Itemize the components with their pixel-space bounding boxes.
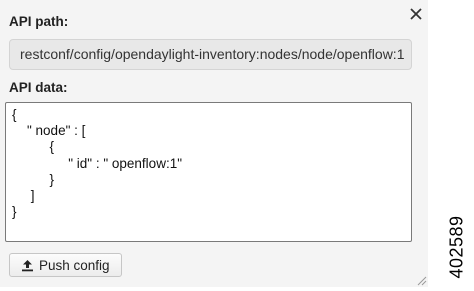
- figure-id-label: 402589: [443, 212, 471, 282]
- api-data-label: API data:: [9, 80, 68, 95]
- resize-handle-icon[interactable]: [415, 273, 427, 286]
- close-icon[interactable]: [406, 4, 426, 24]
- api-data-textarea[interactable]: { " node" : [ { " id" : " openflow:1" } …: [5, 102, 412, 242]
- push-config-button[interactable]: Push config: [9, 253, 122, 277]
- push-config-label: Push config: [39, 257, 110, 273]
- api-path-field: restconf/config/opendaylight-inventory:n…: [9, 39, 412, 70]
- upload-icon: [21, 259, 34, 272]
- figure-id-text: 402589: [446, 215, 467, 279]
- api-path-label: API path:: [9, 14, 69, 29]
- api-dialog: API path: restconf/config/opendaylight-i…: [0, 0, 428, 287]
